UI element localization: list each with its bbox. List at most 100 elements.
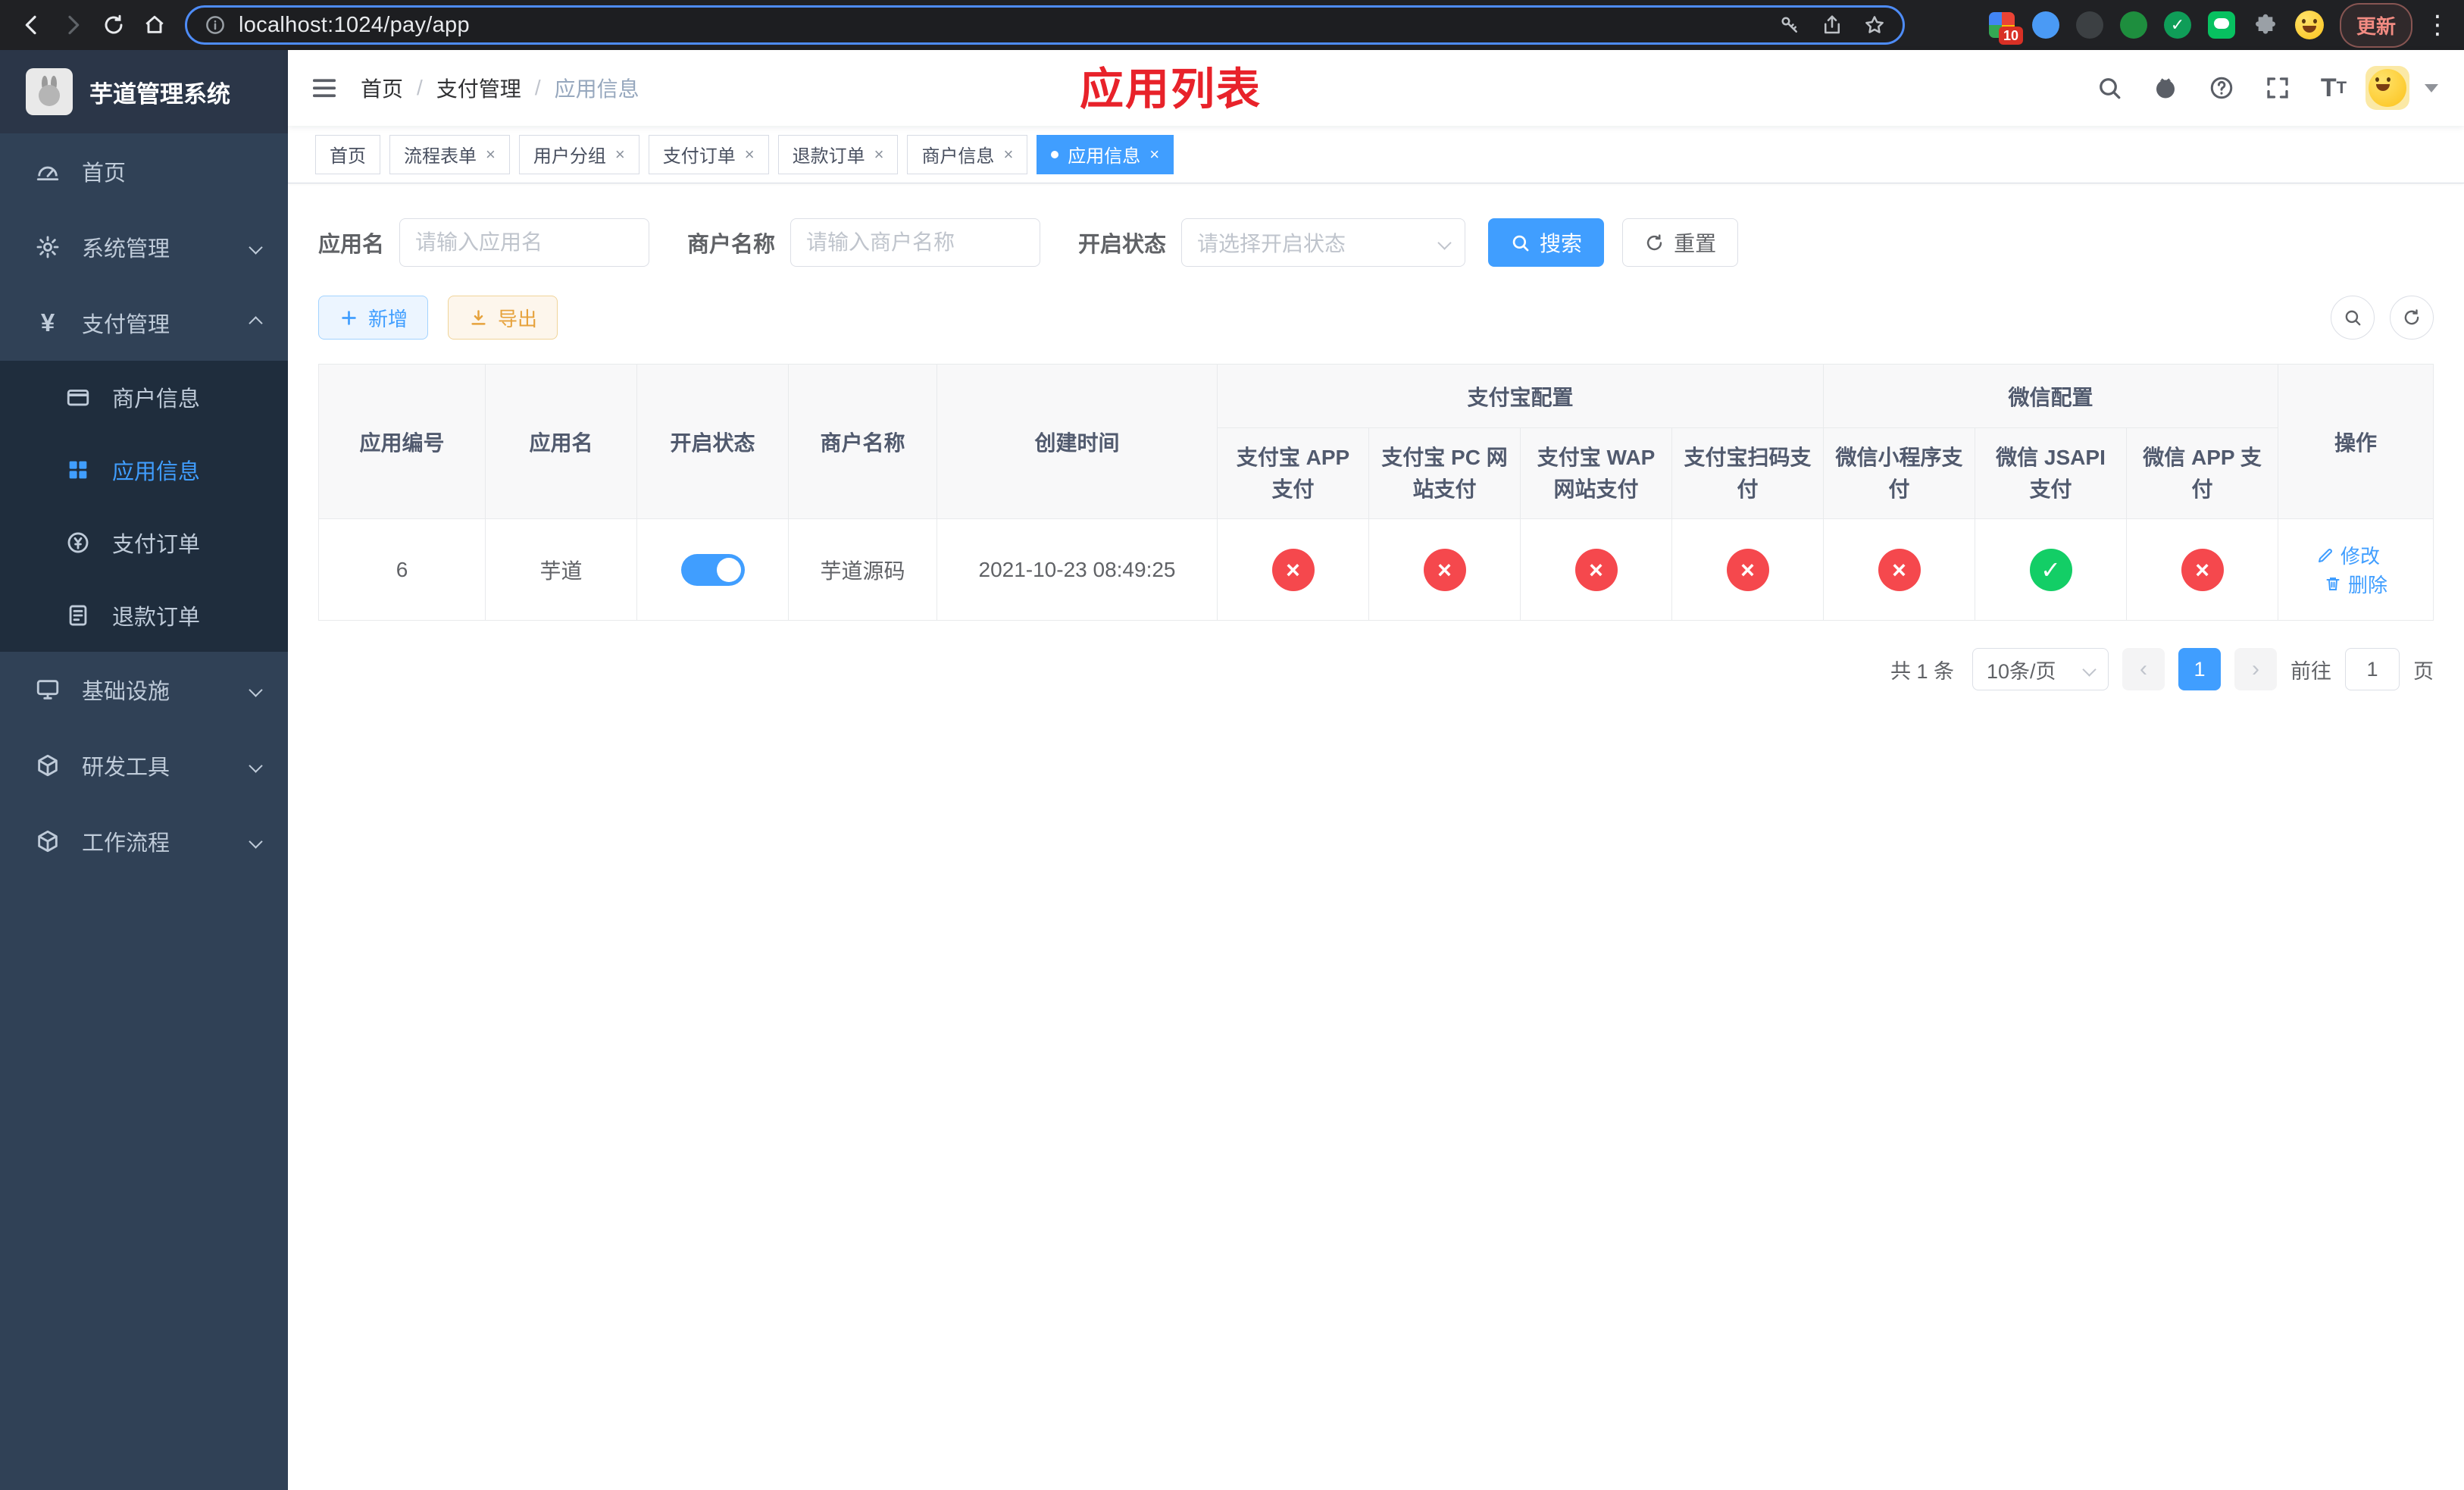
browser-menu-icon[interactable]: ⋮ (2425, 10, 2450, 40)
table-row: 6 芋道 芋道源码 2021-10-23 08:49:25 × × × × × … (318, 518, 2434, 621)
site-info-icon[interactable] (204, 14, 227, 36)
breadcrumb-home[interactable]: 首页 (361, 73, 403, 103)
tab-label: 支付订单 (662, 146, 736, 167)
chevron-down-icon (249, 834, 263, 849)
search-button[interactable]: 搜索 (1488, 218, 1605, 267)
x-icon: × (2181, 548, 2224, 591)
check-icon: ✓ (2029, 548, 2072, 591)
close-icon[interactable]: × (874, 146, 884, 163)
extension-blue-icon[interactable] (2029, 8, 2062, 42)
reset-icon (1646, 233, 1662, 250)
cell-wx-mini: × (1823, 518, 1976, 621)
sidebar-item-app-info[interactable]: 应用信息 (0, 434, 288, 506)
page-size-select[interactable]: 10条/页 (1972, 648, 2109, 690)
reset-button[interactable]: 重置 (1622, 218, 1739, 267)
back-icon[interactable] (14, 7, 50, 43)
refresh-icon[interactable] (95, 7, 132, 43)
goto-page-input[interactable] (2345, 648, 2400, 690)
next-page-button[interactable]: › (2234, 648, 2277, 690)
prev-page-button[interactable]: ‹ (2122, 648, 2165, 690)
fullscreen-icon[interactable] (2253, 50, 2302, 126)
tab-refund-orders[interactable]: 退款订单 × (777, 134, 899, 174)
close-icon[interactable]: × (745, 146, 755, 163)
chrome-update-button[interactable]: 更新 (2339, 2, 2412, 48)
extension-check-icon[interactable]: ✓ (2161, 8, 2194, 42)
toggle-search-button[interactable] (2331, 296, 2375, 340)
sidebar-item-infrastructure[interactable]: 基础设施 (0, 652, 288, 728)
status-select[interactable]: 请选择开启状态 (1181, 218, 1466, 267)
tab-label: 首页 (330, 146, 366, 167)
status-toggle[interactable] (680, 553, 745, 586)
refresh-table-button[interactable] (2390, 296, 2434, 340)
extensions-area: 10 ✓ (1985, 8, 2326, 45)
close-icon[interactable]: × (1003, 146, 1013, 163)
tab-pay-orders[interactable]: 支付订单 × (648, 134, 769, 174)
help-icon[interactable] (2197, 50, 2246, 126)
extension-green-icon[interactable] (2117, 8, 2150, 42)
close-icon[interactable]: × (486, 146, 496, 163)
font-size-icon[interactable]: TT (2309, 50, 2358, 126)
github-icon[interactable] (2141, 50, 2190, 126)
col-header-created: 创建时间 (937, 364, 1218, 519)
share-icon[interactable] (1821, 14, 1843, 36)
close-icon[interactable]: × (1149, 146, 1159, 163)
breadcrumb-payment[interactable]: 支付管理 (436, 73, 521, 103)
merchant-name-label: 商户名称 (687, 233, 776, 257)
tab-label: 应用信息 (1068, 146, 1141, 167)
close-icon[interactable]: × (615, 146, 625, 163)
sidebar-item-label: 支付管理 (82, 313, 170, 337)
sidebar-item-payment[interactable]: ¥ 支付管理 (0, 285, 288, 361)
sidebar-item-merchant-info[interactable]: 商户信息 (0, 361, 288, 434)
tab-process-form[interactable]: 流程表单 × (389, 134, 510, 174)
add-button[interactable]: 新增 (318, 296, 429, 340)
navbar-actions: TT (2085, 50, 2464, 126)
table-toolbar: 新增 导出 (318, 296, 2434, 340)
sidebar-item-workflow[interactable]: 工作流程 (0, 803, 288, 879)
cell-created: 2021-10-23 08:49:25 (937, 518, 1218, 621)
extension-dark-icon[interactable] (2073, 8, 2106, 42)
user-avatar[interactable] (2366, 66, 2409, 110)
merchant-name-input[interactable] (790, 218, 1041, 267)
extension-colorful-icon[interactable]: 10 (1985, 8, 2023, 45)
app-name-input[interactable] (399, 218, 650, 267)
sidebar-item-label: 研发工具 (82, 756, 170, 780)
sidebar-item-system[interactable]: 系统管理 (0, 209, 288, 285)
dashboard-icon (33, 157, 62, 186)
col-header-alipay-app: 支付宝 APP 支付 (1217, 427, 1369, 519)
tags-view-bar: 首页 流程表单 × 用户分组 × 支付订单 × 退款订单 × 商户信息 × 应用… (288, 126, 2464, 183)
tab-home[interactable]: 首页 (315, 134, 380, 174)
search-icon[interactable] (2085, 50, 2134, 126)
bookmark-star-icon[interactable] (1863, 14, 1886, 36)
credit-card-icon (64, 383, 92, 412)
password-key-icon[interactable] (1778, 14, 1801, 36)
sidebar-item-dev-tools[interactable]: 研发工具 (0, 728, 288, 803)
sidebar-item-home[interactable]: 首页 (0, 133, 288, 209)
extension-wechat-icon[interactable] (2205, 8, 2238, 42)
tab-app-info[interactable]: 应用信息 × (1037, 134, 1174, 174)
home-icon[interactable] (136, 7, 173, 43)
tab-merchant-info[interactable]: 商户信息 × (907, 134, 1028, 174)
sidebar: 芋道管理系统 首页 系统管理 ¥ 支付管理 商户信息 应用信息 支付订单 退款订… (0, 50, 288, 1490)
url-text[interactable]: localhost:1024/pay/app (239, 13, 1759, 38)
export-button[interactable]: 导出 (448, 296, 558, 340)
extensions-puzzle-icon[interactable] (2249, 8, 2282, 42)
delete-link[interactable]: 删除 (2324, 570, 2387, 598)
sidebar-item-refund-orders[interactable]: 退款订单 (0, 579, 288, 652)
edit-link[interactable]: 修改 (2316, 541, 2380, 569)
tab-user-group[interactable]: 用户分组 × (518, 134, 639, 174)
address-bar[interactable]: localhost:1024/pay/app (185, 5, 1905, 45)
page-number-1[interactable]: 1 (2178, 648, 2221, 690)
tab-label: 退款订单 (792, 146, 865, 167)
download-icon (471, 309, 486, 325)
tab-label: 商户信息 (921, 146, 995, 167)
avatar-caret-icon[interactable] (2425, 83, 2438, 92)
payment-submenu: 商户信息 应用信息 支付订单 退款订单 (0, 361, 288, 652)
cell-merchant: 芋道源码 (788, 518, 937, 621)
sidebar-item-label: 系统管理 (82, 237, 170, 261)
hamburger-icon[interactable] (288, 50, 361, 126)
yen-icon: ¥ (40, 308, 55, 337)
browser-profile-avatar[interactable] (2293, 8, 2326, 42)
cell-alipay-app: × (1217, 518, 1369, 621)
sidebar-item-pay-orders[interactable]: 支付订单 (0, 506, 288, 579)
forward-icon[interactable] (55, 7, 91, 43)
